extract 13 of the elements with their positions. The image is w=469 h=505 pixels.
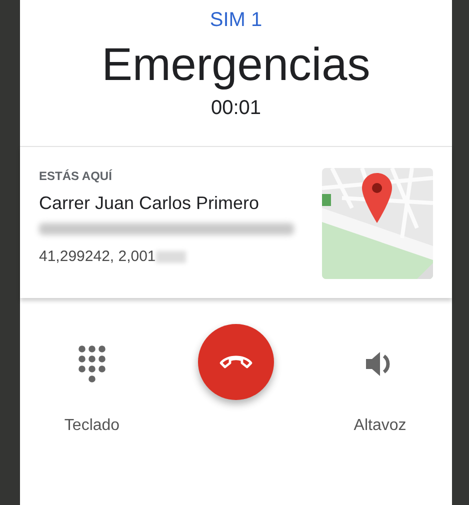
hang-up-icon <box>219 355 253 369</box>
end-call-button[interactable] <box>198 324 274 400</box>
street-address: Carrer Juan Carlos Primero <box>39 192 260 214</box>
coordinates: 41,299242, 2,001 <box>39 247 156 267</box>
speaker-button[interactable]: Altavoz <box>330 344 430 438</box>
redacted-coordinates-blur <box>156 251 186 263</box>
location-heading: ESTÁS AQUÍ <box>39 168 114 184</box>
caller-name: Emergencias <box>102 37 370 92</box>
sim-label: SIM 1 <box>210 8 262 32</box>
dialpad-icon <box>77 344 107 384</box>
call-timer: 00:01 <box>210 96 262 120</box>
keypad-button[interactable]: Teclado <box>42 344 142 438</box>
location-pin-icon <box>362 173 392 223</box>
